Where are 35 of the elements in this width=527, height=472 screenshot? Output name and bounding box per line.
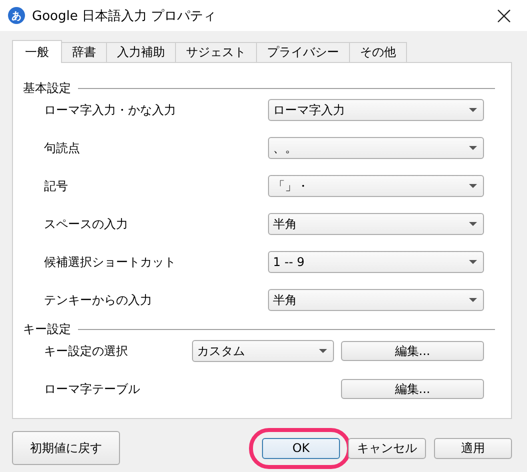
dropdown[interactable]: 半角: [268, 213, 484, 235]
section-title: 基本設定: [23, 80, 71, 96]
dropdown[interactable]: ローマ字入力: [268, 99, 484, 121]
caret-icon: [469, 184, 477, 188]
edit-button[interactable]: 編集...: [341, 341, 484, 361]
dialog-button[interactable]: キャンセル: [348, 438, 426, 458]
tab[interactable]: 一般: [12, 40, 62, 63]
section-title: キー設定: [23, 320, 71, 338]
setting-label: スペースの入力: [44, 216, 129, 232]
reset-button[interactable]: 初期値に戻す: [12, 431, 120, 465]
caret-icon: [469, 298, 477, 302]
dropdown[interactable]: カスタム: [192, 340, 334, 362]
dialog-button[interactable]: 適用: [434, 438, 512, 458]
setting-label: 句読点: [44, 140, 81, 156]
caret-icon: [319, 349, 327, 353]
caret-icon: [469, 108, 477, 112]
dropdown[interactable]: 「」・: [268, 175, 484, 197]
edit-button[interactable]: 編集...: [341, 379, 484, 399]
setting-label: 候補選択ショートカット: [44, 254, 177, 270]
app-icon: あ: [8, 7, 25, 24]
caret-icon: [469, 146, 477, 150]
dropdown[interactable]: 半角: [268, 289, 484, 311]
caret-icon: [469, 222, 477, 226]
setting-label: ローマ字入力・かな入力: [44, 102, 177, 118]
dropdown[interactable]: 1 -- 9: [268, 251, 484, 273]
setting-label: テンキーからの入力: [44, 292, 153, 308]
dialog-button[interactable]: OK: [262, 438, 340, 458]
setting-label: 記号: [44, 178, 69, 194]
caret-icon: [469, 260, 477, 264]
setting-label: キー設定の選択: [44, 342, 129, 360]
dropdown[interactable]: 、。: [268, 137, 484, 159]
window-title: Google 日本語入力 プロパティ: [32, 8, 218, 24]
setting-label: ローマ字テーブル: [44, 380, 141, 398]
close-icon: [497, 8, 511, 22]
tab[interactable]: その他: [349, 42, 407, 62]
